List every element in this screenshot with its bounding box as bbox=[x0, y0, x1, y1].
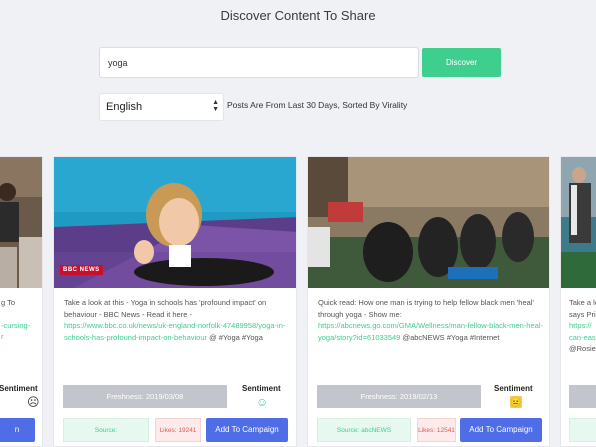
card-text: Take a look at this - Yoga in schools ha… bbox=[64, 298, 267, 319]
bbc-news-logo: BBC NEWS bbox=[60, 265, 103, 275]
add-to-campaign-button[interactable]: Add To Campaign bbox=[460, 418, 542, 442]
card-tags: @ #Yoga #Yoga bbox=[209, 332, 263, 342]
likes-badge: Likes: 12541 bbox=[417, 418, 456, 442]
freshness-badge bbox=[569, 385, 596, 408]
likes-badge: Likes: 19241 bbox=[155, 418, 201, 442]
desc-line: says Pri bbox=[569, 309, 596, 319]
smile-face-icon: ☺ bbox=[256, 395, 269, 409]
card-tags: @abcNEWS #Yoga #Internet bbox=[402, 332, 500, 342]
source-badge: Source: bbox=[63, 418, 149, 442]
content-card: BBC NEWS Take a look at this - Yoga in s… bbox=[53, 156, 297, 447]
desc-line: g To bbox=[1, 298, 16, 307]
desc-link[interactable]: -cursing- bbox=[1, 320, 42, 332]
freshness-badge: Freshness: 2019/03/08 bbox=[63, 385, 227, 408]
language-selected-value: English bbox=[106, 101, 143, 113]
freshness-badge: Freshness: 2019/02/13 bbox=[317, 385, 481, 408]
content-card-partial-left: g To -cursing- r Sentiment ☹ n bbox=[0, 156, 43, 447]
card-description: Take a look at this - Yoga in schools ha… bbox=[64, 297, 290, 343]
source-badge: Source: abcNEWS bbox=[317, 418, 411, 442]
card-description: Take a lo says Pri https:// can-eas @Ros… bbox=[569, 297, 596, 355]
desc-line: r bbox=[1, 332, 4, 341]
sentiment-label: Sentiment bbox=[0, 384, 38, 393]
card-description: g To -cursing- r bbox=[1, 297, 42, 343]
card-image: BBC NEWS bbox=[54, 157, 296, 288]
search-input[interactable] bbox=[99, 47, 419, 78]
select-arrows-icon: ▲ ▼ bbox=[212, 99, 219, 113]
source-badge bbox=[569, 418, 596, 442]
page-title: Discover Content To Share bbox=[220, 8, 376, 23]
card-image bbox=[0, 157, 42, 288]
desc-line: Take a lo bbox=[569, 298, 596, 307]
card-text: Quick read: How one man is trying to hel… bbox=[318, 298, 534, 319]
desc-line: can-eas bbox=[569, 332, 596, 342]
sentiment-label: Sentiment bbox=[242, 384, 281, 393]
neutral-face-icon: 😐 bbox=[510, 396, 522, 408]
language-select[interactable]: English ▲ ▼ bbox=[99, 93, 224, 121]
content-card: Quick read: How one man is trying to hel… bbox=[307, 156, 550, 447]
desc-line: @RosieT bbox=[569, 344, 596, 353]
discover-button[interactable]: Discover bbox=[422, 48, 501, 77]
card-image bbox=[561, 157, 596, 288]
desc-link[interactable]: https:// bbox=[569, 320, 596, 332]
add-to-campaign-button[interactable]: Add To Campaign bbox=[206, 418, 288, 442]
add-to-campaign-button[interactable]: n bbox=[0, 418, 35, 442]
card-image bbox=[308, 157, 549, 288]
language-note: Posts Are From Last 30 Days, Sorted By V… bbox=[227, 100, 408, 110]
card-description: Quick read: How one man is trying to hel… bbox=[318, 297, 543, 343]
content-card-partial-right: Take a lo says Pri https:// can-eas @Ros… bbox=[560, 156, 596, 447]
sentiment-label: Sentiment bbox=[494, 384, 533, 393]
neutral-face-icon: ☹ bbox=[27, 395, 40, 409]
